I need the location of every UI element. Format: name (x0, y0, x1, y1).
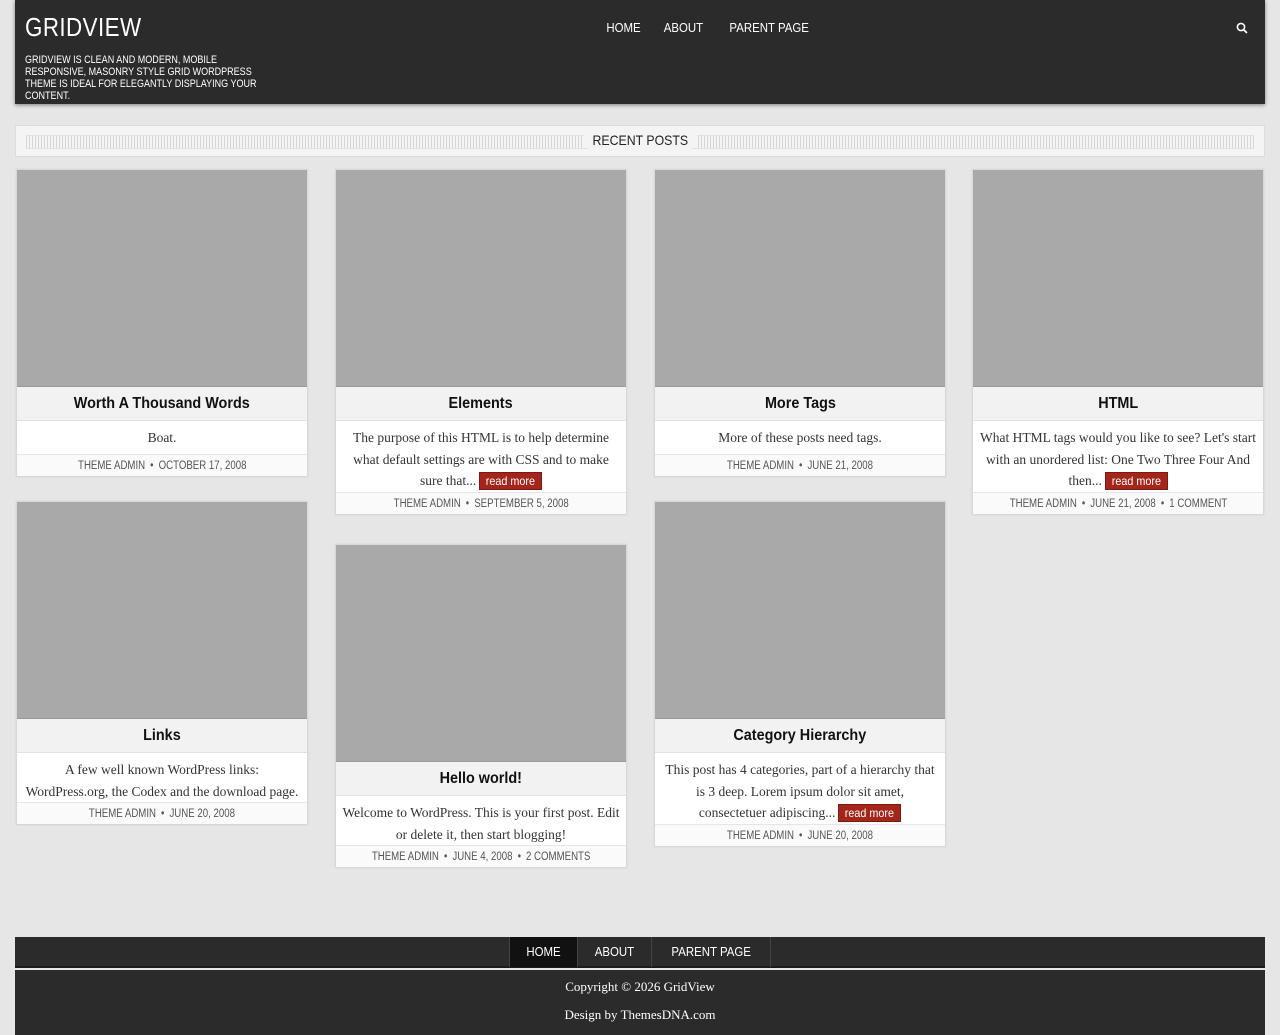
post-author[interactable]: THEME ADMIN (393, 498, 460, 510)
read-more-button[interactable]: read more (838, 804, 902, 822)
post-date[interactable]: JUNE 20, 2008 (808, 830, 874, 842)
recent-posts-header: RECENT POSTS (15, 125, 1265, 157)
post-thumbnail[interactable] (973, 170, 1263, 387)
post-excerpt: This post has 4 categories, part of a hi… (665, 762, 935, 822)
post-author[interactable]: THEME ADMIN (727, 460, 794, 472)
nav-item-about[interactable]: ABOUT (656, 18, 711, 38)
post-author[interactable]: THEME ADMIN (1009, 498, 1076, 510)
designer-credit-link[interactable]: Design by ThemesDNA.com (15, 1007, 1265, 1023)
post-author[interactable]: THEME ADMIN (89, 808, 156, 820)
post-date[interactable]: OCTOBER 17, 2008 (158, 460, 246, 472)
post-author[interactable]: THEME ADMIN (727, 830, 794, 842)
post-author[interactable]: THEME ADMIN (78, 460, 145, 472)
post-meta: THEME ADMIN • JUNE 21, 2008 (655, 454, 945, 476)
post-meta: THEME ADMIN • OCTOBER 17, 2008 (17, 454, 307, 476)
post-card: Elements The purpose of this HTML is to … (335, 169, 627, 515)
post-excerpt: Boat. (147, 430, 177, 445)
post-thumbnail[interactable] (17, 170, 307, 387)
copyright-text: Copyright © 2026 GridView (565, 979, 715, 994)
post-card: Links A few well known WordPress links: … (16, 501, 308, 825)
search-button[interactable] (1233, 18, 1251, 38)
post-comments-link[interactable]: 2 COMMENTS (526, 851, 590, 863)
post-title[interactable]: Links (143, 719, 181, 753)
post-date[interactable]: JUNE 21, 2008 (808, 460, 874, 472)
post-meta: THEME ADMIN • SEPTEMBER 5, 2008 (336, 491, 626, 514)
post-card: Worth A Thousand Words Boat. THEME ADMIN… (16, 169, 308, 477)
post-card: More Tags More of these posts need tags.… (654, 169, 946, 477)
post-date[interactable]: JUNE 21, 2008 (1090, 498, 1156, 510)
post-card: Hello world! Welcome to WordPress. This … (335, 544, 627, 868)
post-thumbnail[interactable] (655, 502, 945, 719)
post-date[interactable]: JUNE 4, 2008 (452, 851, 512, 863)
post-meta: THEME ADMIN • JUNE 21, 2008 • 1 COMMENT (973, 491, 1263, 514)
post-card: Category Hierarchy This post has 4 categ… (654, 501, 946, 847)
post-excerpt: More of these posts need tags. (718, 430, 882, 445)
post-title[interactable]: More Tags (765, 387, 836, 421)
post-title[interactable]: HTML (1098, 387, 1138, 421)
post-date[interactable]: SEPTEMBER 5, 2008 (474, 498, 569, 510)
site-footer: Copyright © 2026 GridView Design by Them… (15, 970, 1265, 1035)
post-thumbnail[interactable] (336, 545, 626, 762)
nav-item-parent-page[interactable]: PARENT PAGE (721, 18, 816, 38)
post-meta: THEME ADMIN • JUNE 20, 2008 (17, 802, 307, 824)
site-header: GRIDVIEW GRIDVIEW IS CLEAN AND MODERN, M… (15, 0, 1265, 104)
read-more-button[interactable]: read more (1104, 472, 1168, 490)
post-card: HTML What HTML tags would you like to se… (972, 169, 1264, 515)
post-title[interactable]: Worth A Thousand Words (74, 387, 250, 421)
post-thumbnail[interactable] (336, 170, 626, 387)
post-date[interactable]: JUNE 20, 2008 (170, 808, 236, 820)
nav-item-home[interactable]: HOME (598, 18, 648, 38)
post-meta: THEME ADMIN • JUNE 20, 2008 (655, 823, 945, 846)
read-more-button[interactable]: read more (479, 472, 542, 490)
post-thumbnail[interactable] (17, 502, 307, 719)
post-meta: THEME ADMIN • JUNE 4, 2008 • 2 COMMENTS (336, 845, 626, 867)
footer-nav-item-about[interactable]: ABOUT (576, 937, 651, 967)
footer-nav: HOME ABOUT PARENT PAGE (15, 937, 1265, 968)
post-title[interactable]: Elements (449, 387, 513, 421)
main-nav: HOME ABOUT PARENT PAGE (595, 18, 823, 38)
footer-nav-item-parent-page[interactable]: PARENT PAGE (650, 937, 772, 967)
post-author[interactable]: THEME ADMIN (372, 851, 439, 863)
site-description: GRIDVIEW IS CLEAN AND MODERN, MOBILE RES… (25, 54, 257, 102)
section-title: RECENT POSTS (583, 132, 697, 148)
site-title[interactable]: GRIDVIEW (25, 12, 141, 43)
post-thumbnail[interactable] (655, 170, 945, 387)
post-title[interactable]: Hello world! (440, 762, 522, 796)
post-excerpt: A few well known WordPress links: WordPr… (25, 762, 299, 799)
post-excerpt: The purpose of this HTML is to help dete… (353, 430, 609, 490)
footer-nav-item-home[interactable]: HOME (508, 937, 577, 967)
post-comments-link[interactable]: 1 COMMENT (1169, 498, 1227, 510)
post-excerpt: What HTML tags would you like to see? Le… (980, 430, 1256, 490)
search-icon (1236, 22, 1248, 34)
post-excerpt: Welcome to WordPress. This is your first… (342, 805, 620, 842)
post-title[interactable]: Category Hierarchy (734, 719, 867, 753)
